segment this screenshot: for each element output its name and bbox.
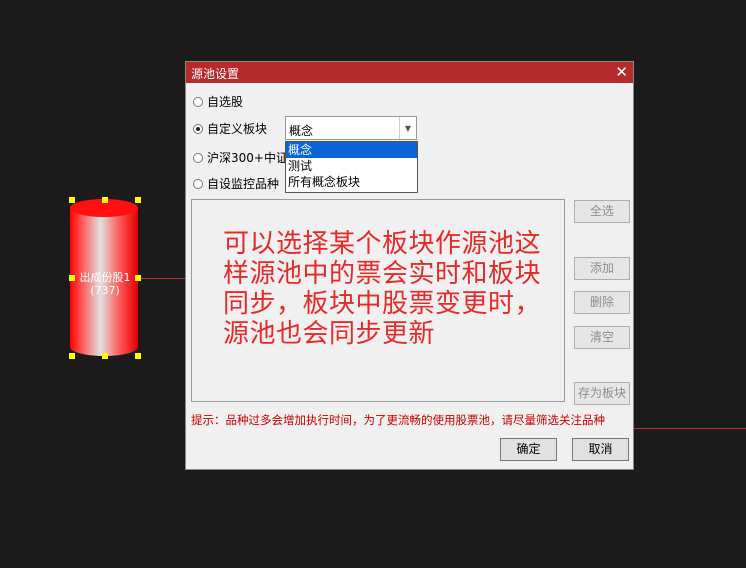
hint-text: 提示：品种过多会增加执行时间，为了更流畅的使用股票池，请尽量筛选关注品种 [191, 413, 605, 427]
resize-handle[interactable] [135, 197, 141, 203]
radio-button-icon[interactable] [193, 123, 203, 134]
radio-button-icon[interactable] [193, 152, 203, 163]
annotation-text: 可以选择某个板块作源池这样源池中的票会实时和板块同步，板块中股票变更时，源池也会… [223, 229, 542, 349]
radio-button-icon[interactable] [193, 178, 203, 189]
block-select[interactable]: 概念 ▼ [285, 116, 417, 140]
radio-custom-monitor[interactable]: 自设监控品种 [193, 175, 279, 192]
cylinder-node[interactable]: 出成份股1 (737) [69, 197, 141, 359]
connector-line [634, 428, 746, 429]
radio-button-icon[interactable] [193, 96, 203, 107]
radio-watchlist[interactable]: 自选股 [193, 93, 243, 110]
resize-handle[interactable] [69, 353, 75, 359]
radio-label: 沪深300+中证 [207, 151, 288, 165]
dropdown-option[interactable]: 概念 [286, 142, 417, 158]
select-all-button[interactable]: 全选 [574, 200, 630, 223]
close-icon[interactable]: ✕ [615, 63, 628, 81]
ok-button[interactable]: 确定 [500, 438, 557, 461]
dialog-titlebar[interactable]: 源池设置 ✕ [186, 62, 633, 83]
block-dropdown-list: 概念 测试 所有概念板块 [285, 141, 418, 193]
resize-handle[interactable] [102, 353, 108, 359]
add-button[interactable]: 添加 [574, 257, 630, 280]
block-select-value: 概念 [289, 124, 314, 138]
connector-line [141, 278, 186, 279]
radio-label: 自选股 [207, 95, 244, 109]
resize-handle[interactable] [69, 275, 75, 281]
radio-label: 自定义板块 [207, 122, 268, 136]
radio-csi300[interactable]: 沪深300+中证 [193, 149, 288, 166]
delete-button[interactable]: 删除 [574, 291, 630, 314]
radio-custom-block[interactable]: 自定义板块 [193, 120, 267, 137]
resize-handle[interactable] [69, 197, 75, 203]
node-label: 出成份股1 (737) [69, 271, 141, 297]
node-count: (737) [90, 284, 120, 297]
node-name: 出成份股1 [79, 271, 131, 284]
radio-label: 自设监控品种 [207, 177, 280, 191]
dropdown-option[interactable]: 测试 [286, 158, 417, 174]
chevron-down-icon[interactable]: ▼ [399, 117, 416, 139]
dropdown-option[interactable]: 所有概念板块 [286, 174, 417, 190]
dialog-title: 源池设置 [191, 67, 240, 81]
clear-button[interactable]: 清空 [574, 326, 630, 349]
resize-handle[interactable] [135, 353, 141, 359]
cancel-button[interactable]: 取消 [572, 438, 629, 461]
resize-handle[interactable] [102, 197, 108, 203]
stock-list-box[interactable]: 可以选择某个板块作源池这样源池中的票会实时和板块同步，板块中股票变更时，源池也会… [191, 199, 565, 402]
save-as-block-button[interactable]: 存为板块 [574, 382, 630, 405]
source-pool-dialog: 源池设置 ✕ 自选股 自定义板块 沪深300+中证 自设监控品种 概念 ▼ 概念… [185, 61, 634, 470]
